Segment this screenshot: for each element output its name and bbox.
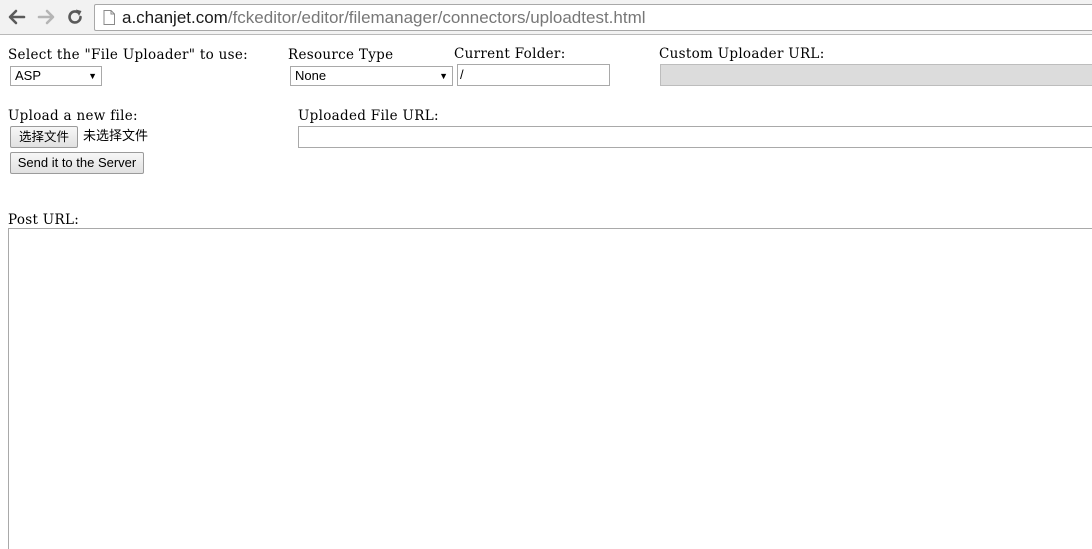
post-url-label: Post URL: [8,212,80,228]
back-arrow-icon [8,9,26,25]
current-folder-input[interactable]: / [457,64,610,86]
url-path: /fckeditor/editor/filemanager/connectors… [227,8,646,27]
browser-toolbar: a.chanjet.com/fckeditor/editor/filemanag… [0,0,1092,35]
address-bar[interactable]: a.chanjet.com/fckeditor/editor/filemanag… [94,4,1092,31]
current-folder-label: Current Folder: [454,46,566,62]
resource-type-select-value: None [295,68,327,83]
url-text: a.chanjet.com/fckeditor/editor/filemanag… [122,8,646,28]
send-to-server-button[interactable]: Send it to the Server [10,152,144,174]
uploader-select-value: ASP [15,68,42,83]
upload-file-label: Upload a new file: [8,108,138,124]
forward-button[interactable] [35,6,57,28]
post-url-textarea[interactable] [8,228,1092,549]
custom-uploader-url-label: Custom Uploader URL: [659,46,825,62]
url-host: a.chanjet.com [122,8,228,27]
page-content: Select the "File Uploader" to use: Resou… [0,36,1092,549]
back-button[interactable] [6,6,28,28]
dropdown-arrow-icon: ▼ [88,71,97,81]
page-icon [103,10,115,25]
uploaded-file-url-label: Uploaded File URL: [298,108,439,124]
uploader-label: Select the "File Uploader" to use: [8,47,249,63]
forward-arrow-icon [37,9,55,25]
no-file-chosen-text: 未选择文件 [83,129,149,144]
choose-file-button[interactable]: 选择文件 [10,126,78,148]
resource-type-label: Resource Type [288,47,394,63]
resource-type-select[interactable]: None ▼ [290,66,453,86]
dropdown-arrow-icon: ▼ [439,71,448,81]
reload-icon [68,9,82,24]
reload-button[interactable] [64,6,86,28]
custom-uploader-url-input [660,64,1092,86]
uploaded-file-url-input[interactable] [298,126,1092,148]
uploader-select[interactable]: ASP ▼ [10,66,102,86]
